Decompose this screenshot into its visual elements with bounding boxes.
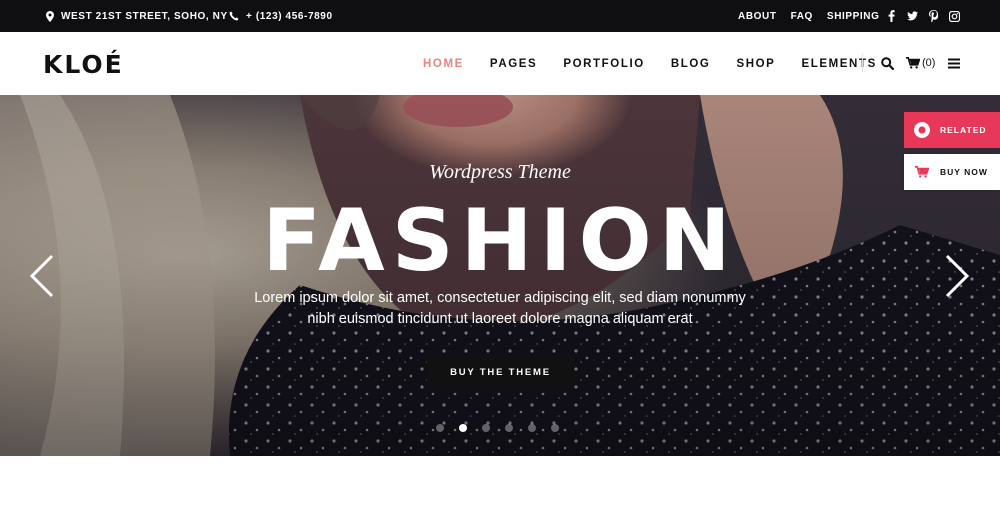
cart-icon bbox=[906, 57, 920, 69]
chevron-left-icon bbox=[29, 254, 54, 298]
cart-button[interactable]: (0) bbox=[906, 54, 935, 72]
location-pin-icon bbox=[46, 10, 54, 22]
social-links bbox=[886, 0, 970, 32]
chevron-right-icon bbox=[945, 254, 970, 298]
nav-elements[interactable]: ELEMENTS bbox=[801, 58, 876, 70]
instagram-icon[interactable] bbox=[949, 10, 960, 22]
cart-icon bbox=[904, 166, 940, 178]
faq-link[interactable]: FAQ bbox=[791, 11, 813, 22]
pinterest-icon[interactable] bbox=[928, 10, 939, 22]
nav-divider bbox=[862, 54, 863, 72]
address: WEST 21ST STREET, SOHO, NY bbox=[46, 0, 228, 32]
top-links: ABOUT FAQ SHIPPING bbox=[738, 0, 880, 32]
slide-dot[interactable] bbox=[551, 424, 559, 432]
slide-indicators bbox=[436, 424, 574, 434]
menu-icon[interactable] bbox=[948, 54, 960, 72]
hero-content: Wordpress Theme FASHION Lorem ipsum dolo… bbox=[0, 95, 1000, 456]
related-label: RELATED bbox=[940, 125, 987, 135]
next-slide-button[interactable] bbox=[943, 252, 971, 300]
cart-count: (0) bbox=[922, 57, 936, 69]
slide-dot[interactable] bbox=[436, 424, 444, 432]
top-bar: WEST 21ST STREET, SOHO, NY + (123) 456-7… bbox=[0, 0, 1000, 32]
prev-slide-button[interactable] bbox=[28, 252, 56, 300]
nav-home[interactable]: HOME bbox=[423, 58, 464, 70]
nav-portfolio[interactable]: PORTFOLIO bbox=[563, 58, 644, 70]
main-header: KLOÉ HOME PAGES PORTFOLIO BLOG SHOP ELEM… bbox=[0, 32, 1000, 95]
related-button[interactable]: RELATED bbox=[904, 112, 1000, 148]
twitter-icon[interactable] bbox=[907, 11, 918, 22]
slide-dot[interactable] bbox=[505, 424, 513, 432]
main-nav: HOME PAGES PORTFOLIO BLOG SHOP ELEMENTS bbox=[423, 32, 903, 95]
nav-pages[interactable]: PAGES bbox=[490, 58, 537, 70]
shipping-link[interactable]: SHIPPING bbox=[827, 11, 880, 22]
hero-title: FASHION bbox=[262, 191, 738, 291]
hero-subtitle: Wordpress Theme bbox=[429, 161, 571, 183]
about-link[interactable]: ABOUT bbox=[738, 11, 777, 22]
site-logo[interactable]: KLOÉ bbox=[43, 50, 124, 79]
buy-now-button[interactable]: BUY NOW bbox=[904, 154, 1000, 190]
related-icon bbox=[904, 121, 940, 139]
phone-text: + (123) 456-7890 bbox=[246, 10, 333, 22]
slide-dot[interactable] bbox=[528, 424, 536, 432]
search-icon[interactable] bbox=[881, 54, 894, 72]
address-text: WEST 21ST STREET, SOHO, NY bbox=[61, 10, 228, 22]
phone: + (123) 456-7890 bbox=[229, 0, 333, 32]
buy-theme-button[interactable]: BUY THE THEME bbox=[427, 355, 574, 389]
hero-description: Lorem ipsum dolor sit amet, consectetuer… bbox=[254, 290, 746, 327]
hero-slider: Wordpress Theme FASHION Lorem ipsum dolo… bbox=[0, 95, 1000, 456]
nav-blog[interactable]: BLOG bbox=[671, 58, 711, 70]
slide-dot[interactable] bbox=[482, 424, 490, 432]
facebook-icon[interactable] bbox=[886, 10, 897, 22]
buy-now-label: BUY NOW bbox=[940, 167, 988, 177]
page-body bbox=[0, 456, 1000, 532]
nav-shop[interactable]: SHOP bbox=[736, 58, 775, 70]
slide-dot[interactable] bbox=[459, 424, 467, 432]
phone-icon bbox=[229, 11, 239, 21]
